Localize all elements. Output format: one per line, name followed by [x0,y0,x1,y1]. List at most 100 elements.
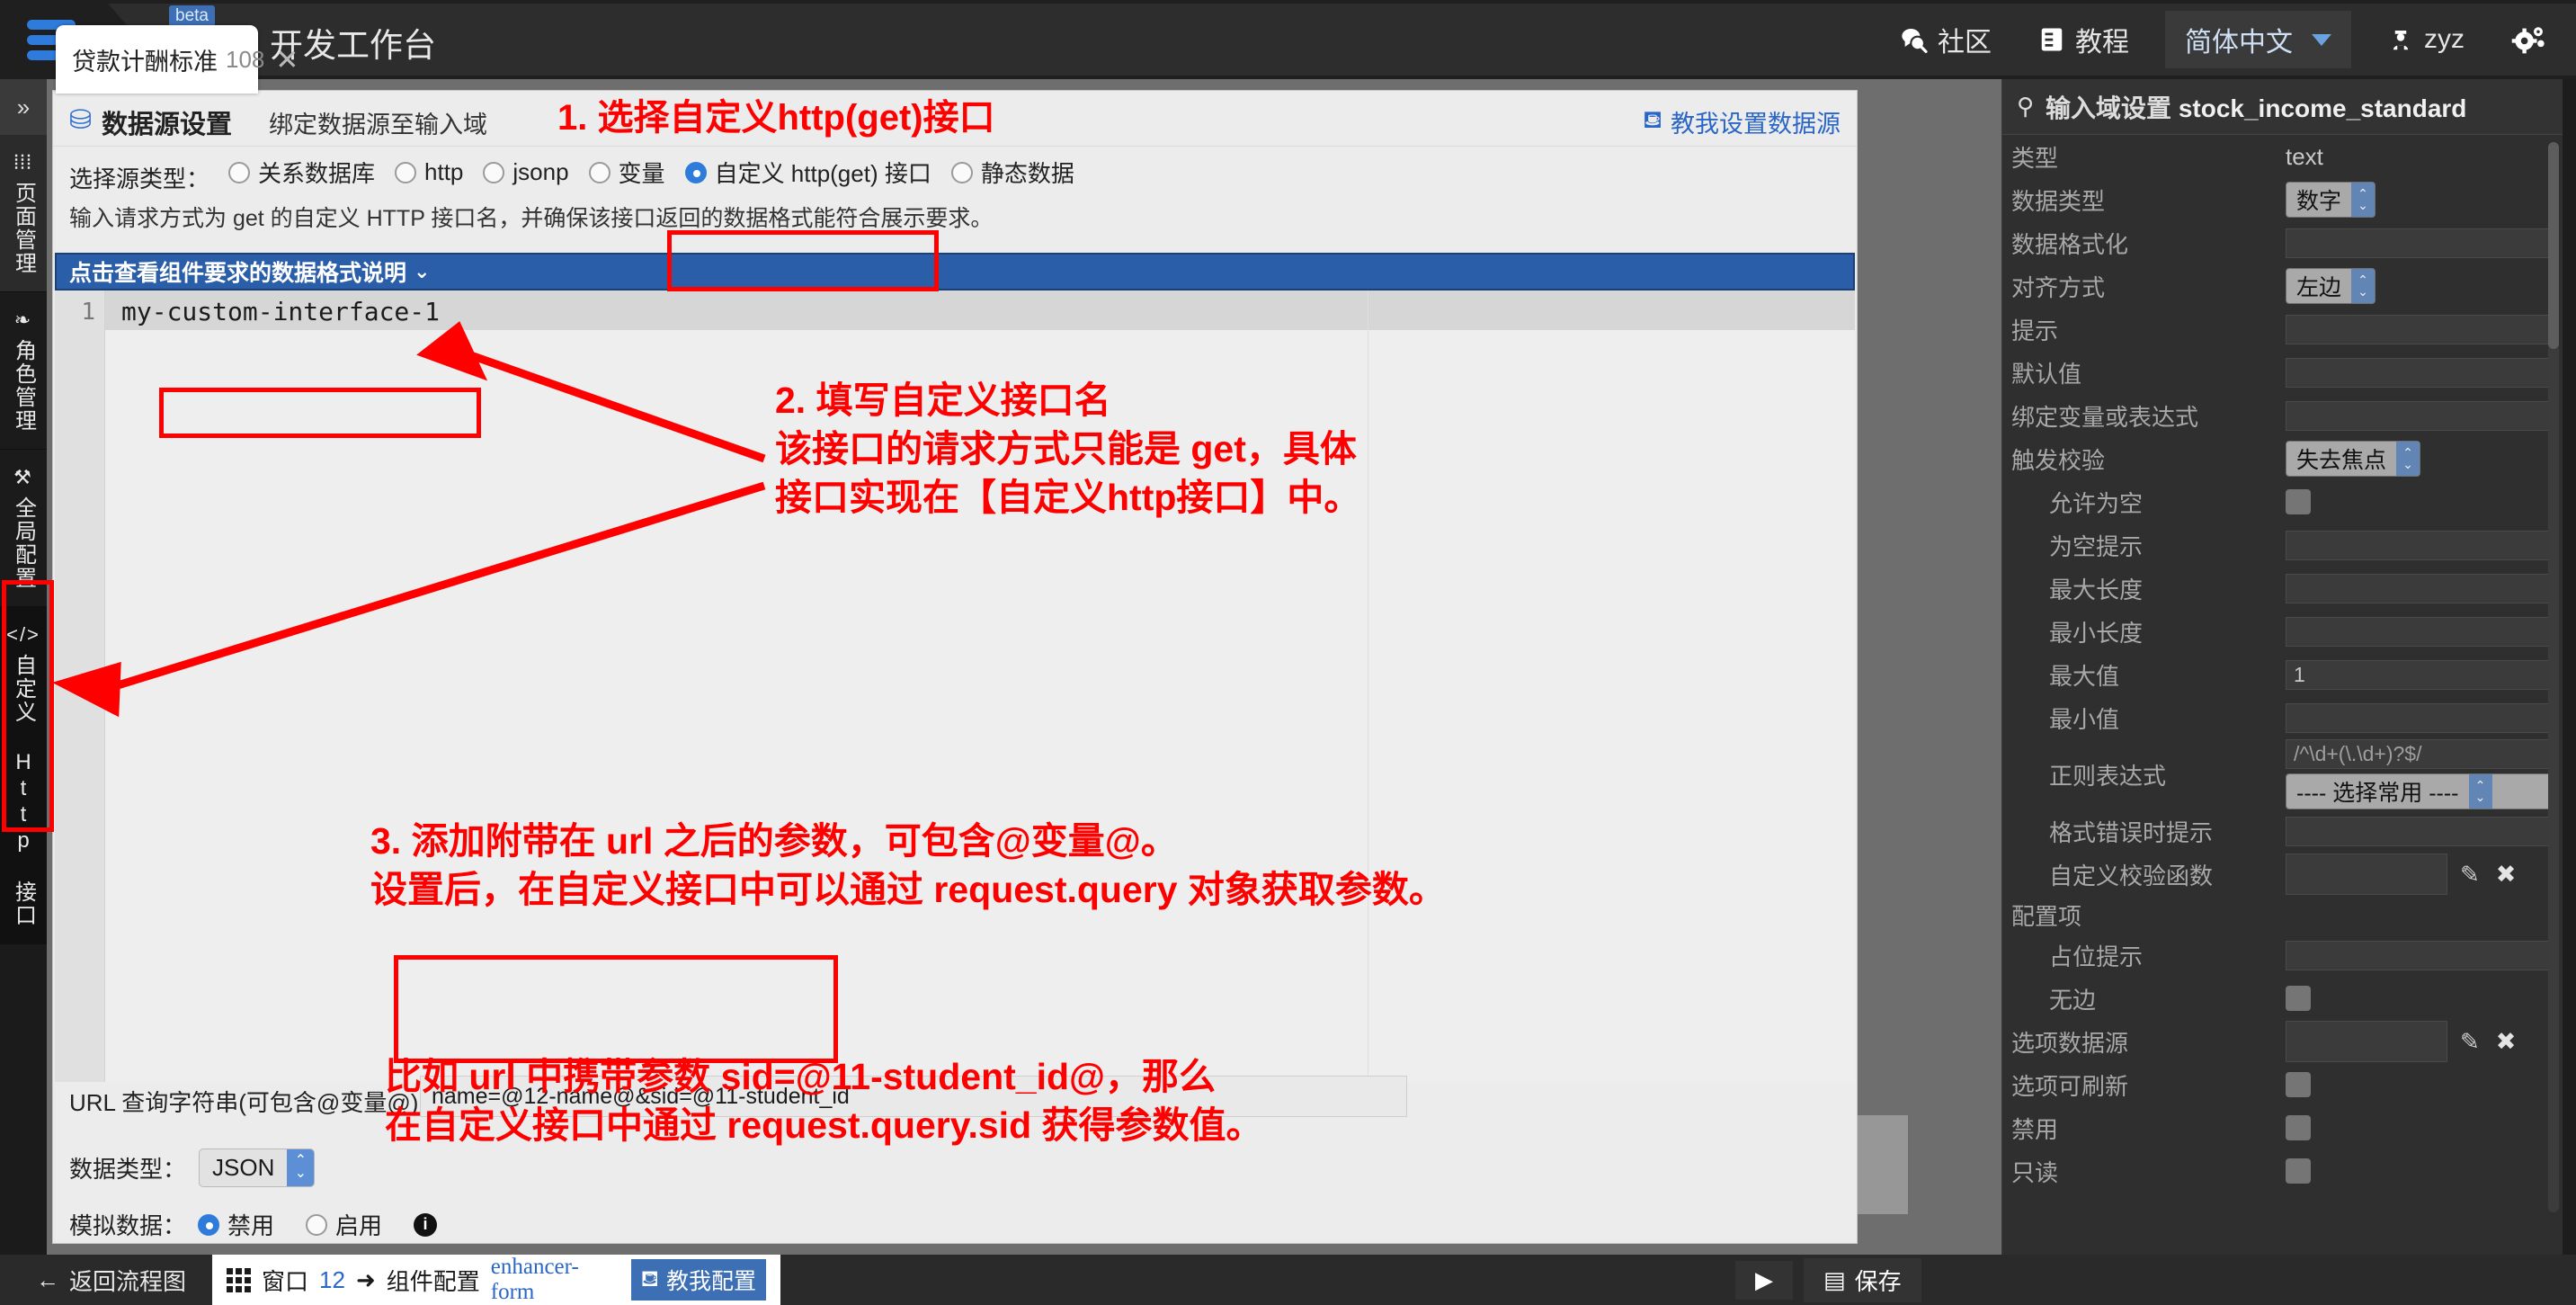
run-button[interactable]: ▶ [1735,1260,1793,1300]
editor-line-number: 1 [81,299,95,326]
editor-gutter: 1 [55,290,105,1082]
panel-row-control [2286,616,2555,647]
panel-row-textarea[interactable] [2286,1021,2447,1062]
community-button[interactable]: 社区 [1876,11,2015,68]
pencil-icon[interactable]: ✎ [2460,861,2480,889]
panel-row-control [2286,489,2555,514]
panel-row: 最小值 [2002,696,2563,739]
code-icon: </> [6,623,40,646]
panel-row-regex-preset-select[interactable]: ---- 选择常用 ---- ⌃ ⌄ [2286,773,2555,809]
radio-static-data-label: 静态数据 [980,160,1074,187]
panel-scrollbar[interactable] [2548,142,2559,1212]
sidebar-item-global-config[interactable]: ⚒ 全局配置 [0,450,47,607]
source-type-radiogroup: 关系数据库 http jsonp 变量 自定义 http(get) 接口 静态数… [228,156,1094,189]
panel-row-regex-input[interactable]: /^\d+(\.\d+)?$/ [2286,739,2555,769]
panel-header: ⚲ 输入域设置 stock_income_standard [2002,79,2563,135]
radio-dot [483,161,505,183]
sidebar-item-pages[interactable]: ⦙⦙⦙ 页面管理 [0,135,47,292]
panel-row-control: 失去焦点 ⌃ ⌄ [2286,441,2555,477]
user-menu[interactable]: zyz [2364,15,2488,64]
panel-row: 最大值 1 [2002,653,2563,696]
panel-row-input[interactable] [2286,573,2555,603]
radio-variable[interactable]: 变量 [588,156,665,189]
panel-row: 对齐方式 左边 ⌃ ⌄ [2002,264,2563,308]
language-selector[interactable]: 简体中文 [2165,11,2351,68]
format-spec-bar[interactable]: 点击查看组件要求的数据格式说明 ⌄ [55,253,1855,290]
panel-row-label: 提示 [2011,317,2059,344]
datatype-select[interactable]: JSON ⌃ ⌄ [199,1149,316,1187]
panel-row-select[interactable]: 左边 ⌃ ⌄ [2286,268,2376,304]
panel-row-regex-group: /^\d+(\.\d+)?$/ ---- 选择常用 ---- ⌃ ⌄ [2286,739,2555,809]
panel-row: 占位提示 [2002,934,2563,977]
panel-row-checkbox[interactable] [2286,1158,2311,1184]
panel-row-control [2286,400,2555,431]
panel-row: 类型 text [2002,135,2563,178]
teach-datasource-link[interactable]: ⛾ 教我设置数据源 [1643,104,1841,139]
play-icon: ▶ [1755,1265,1773,1293]
panel-row-label: 最小值 [2049,705,2120,733]
radio-relational-db[interactable]: 关系数据库 [228,156,375,189]
radio-jsonp[interactable]: jsonp [483,158,569,186]
panel-row-checkbox[interactable] [2286,986,2311,1011]
panel-row-control [2286,940,2555,970]
editor-code-text[interactable]: my-custom-interface-1 [121,297,440,326]
panel-row-input[interactable]: 1 [2286,659,2555,690]
teach-datasource-label: 教我设置数据源 [1671,111,1841,138]
panel-row-checkbox[interactable] [2286,1115,2311,1140]
radio-static-data[interactable]: 静态数据 [950,156,1074,189]
sidebar-item-custom-http[interactable]: </> 自定义 Http 接口 [0,607,47,944]
bottom-bar: ← 返回流程图 窗口 12 ➜ 组件配置 enhancer-form ⛾ 教我配… [0,1255,2576,1305]
stepper-icon: ⌃ ⌄ [2351,269,2375,303]
panel-row: 最大长度 [2002,567,2563,610]
panel-row-control [2286,314,2555,344]
sidebar-item-pages-label: 页面管理 [11,182,36,275]
sidebar-item-roles[interactable]: ❧ 角色管理 [0,292,47,450]
back-to-flow-button[interactable]: ← 返回流程图 [18,1255,204,1305]
teacher-icon: ⛾ [640,1265,659,1292]
panel-row-input[interactable] [2286,400,2555,431]
panel-row-label: 对齐方式 [2011,273,2106,301]
info-icon[interactable]: i [414,1212,438,1237]
panel-row-input[interactable] [2286,940,2555,970]
top-bar: beta m 开发工作台 贷款计酬标准 108 ✕ 社区 [0,0,2576,94]
settings-button[interactable] [2488,14,2576,65]
panel-row: 禁用 [2002,1106,2563,1149]
panel-row-input[interactable] [2286,228,2555,258]
mockdata-enabled-radio[interactable]: 启用 [306,1208,382,1241]
panel-row-checkbox[interactable] [2286,489,2311,514]
panel-row-textarea[interactable] [2286,854,2447,895]
panel-row-input[interactable] [2286,616,2555,647]
open-tab-chip[interactable]: 贷款计酬标准 108 ✕ [56,25,299,94]
panel-row-input[interactable] [2286,816,2555,846]
radio-custom-http-get[interactable]: 自定义 http(get) 接口 [684,156,931,189]
panel-row-label: 数据类型 [2011,187,2106,215]
pin-icon[interactable]: ⚲ [2017,93,2034,121]
panel-row-control [2286,357,2555,388]
panel-row: 格式错误时提示 [2002,809,2563,853]
panel-row-select[interactable]: 失去焦点 ⌃ ⌄ [2286,441,2421,477]
panel-row-input[interactable] [2286,357,2555,388]
panel-title-name: stock_income_standard [2178,94,2467,122]
radio-dot-selected [684,161,707,183]
datatype-value: JSON [212,1154,275,1181]
panel-row-select[interactable]: 数字 ⌃ ⌄ [2286,182,2376,218]
panel-row-label: 为空提示 [2049,532,2144,560]
panel-row-label: 最大长度 [2049,576,2144,603]
panel-row-input[interactable] [2286,530,2555,560]
pencil-icon[interactable]: ✎ [2460,1028,2480,1056]
mockdata-disabled-radio[interactable]: 禁用 [198,1208,274,1241]
clear-icon[interactable]: ✖ [2496,1028,2517,1056]
radio-http[interactable]: http [395,158,463,186]
save-button[interactable]: ▤ 保存 [1804,1257,1921,1302]
close-icon[interactable]: ✕ [275,46,299,74]
teacher-icon: ⛾ [1642,106,1662,133]
rail-expand-button[interactable]: » [0,79,47,135]
tutorial-button[interactable]: 教程 [2015,11,2153,68]
panel-row-input[interactable] [2286,702,2555,733]
panel-row-checkbox[interactable] [2286,1072,2311,1097]
radio-jsonp-label: jsonp [513,158,569,185]
tutorial-label: 教程 [2075,28,2129,58]
teach-config-button[interactable]: ⛾ 教我配置 [630,1259,766,1301]
clear-icon[interactable]: ✖ [2496,861,2517,889]
panel-row-input[interactable] [2286,314,2555,344]
